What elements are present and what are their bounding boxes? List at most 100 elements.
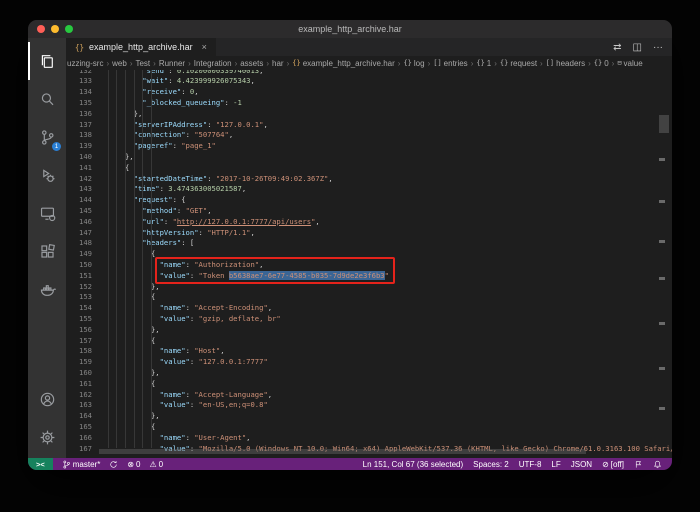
line-number: 149 [66,249,92,260]
status-warnings[interactable]: ⚠0 [149,460,163,469]
activity-settings-gear-icon[interactable] [28,418,66,456]
minimize-window-button[interactable] [51,25,59,33]
symbol-icon: [] [546,59,554,67]
line-number: 145 [66,206,92,217]
breadcrumb-label: example_http_archive.har [303,59,395,68]
breadcrumb-item-uzzing-src[interactable]: uzzing-src [67,59,103,68]
breadcrumb-separator-icon: › [153,59,156,68]
breadcrumb-label: Integration [194,59,232,68]
code-line-140: 140 }, [66,152,672,163]
line-number: 158 [66,346,92,357]
activity-files-icon[interactable] [28,42,66,80]
breadcrumb-label: uzzing-src [67,59,103,68]
line-number: 148 [66,238,92,249]
activity-bar: 1 [28,38,66,458]
status-encoding[interactable]: UTF-8 [519,460,542,469]
status-language-mode[interactable]: JSON [571,460,592,469]
code-line-157: 157 { [66,336,672,347]
line-number: 154 [66,303,92,314]
zoom-window-button[interactable] [65,25,73,33]
line-number: 138 [66,130,92,141]
breadcrumb-separator-icon: › [471,59,474,68]
breadcrumb-item-har[interactable]: har [272,59,284,68]
code-line-133: 133 "wait": 4.423999926075343, [66,76,672,87]
code-line-138: 138 "connection": "507764", [66,130,672,141]
warnings-icon: ⚠ [149,460,156,469]
horizontal-scrollbar[interactable] [99,449,586,454]
traffic-lights [37,25,73,33]
line-number: 133 [66,76,92,87]
breadcrumb-item-assets[interactable]: assets [240,59,263,68]
activity-account-icon[interactable] [28,380,66,418]
breadcrumb-separator-icon: › [106,59,109,68]
close-tab-icon[interactable]: × [202,42,207,52]
activity-source-control-icon[interactable]: 1 [28,118,66,156]
code-line-144: 144 "request": { [66,195,672,206]
status-cursor-position[interactable]: Ln 151, Col 67 (36 selected) [363,460,464,469]
line-number: 153 [66,292,92,303]
status-label: [off] [611,460,624,469]
open-changes-icon[interactable]: ⇄ [613,42,621,53]
status-label: 0 [136,460,140,469]
activity-run-debug-icon[interactable] [28,156,66,194]
breadcrumb-separator-icon: › [235,59,238,68]
indent-guide [108,70,109,448]
breadcrumb-item-request[interactable]: {}request [500,59,537,68]
overview-ruler-mark [659,200,665,203]
activity-docker-icon[interactable] [28,270,66,308]
breadcrumb-item-integration[interactable]: Integration [194,59,232,68]
breadcrumb-label: entries [444,59,468,68]
breadcrumb-separator-icon: › [612,59,615,68]
tab-example-http-archive[interactable]: {} example_http_archive.har × [66,38,216,56]
breadcrumb-label: value [624,59,643,68]
line-number: 162 [66,390,92,401]
status-eol[interactable]: LF [551,460,560,469]
breadcrumb-item-test[interactable]: Test [135,59,150,68]
editor-group: {} example_http_archive.har × ⇄ ◫ ··· uzzi… [66,38,672,458]
breadcrumb-label: headers [556,59,585,68]
code-line-155: 155 "value": "gzip, deflate, br" [66,314,672,325]
code-line-146: 146 "url": "http://127.0.0.1:7777/api/us… [66,217,672,228]
breadcrumb-item-headers[interactable]: []headers [546,59,585,68]
activity-search-icon[interactable] [28,80,66,118]
line-number: 141 [66,163,92,174]
line-number: 157 [66,336,92,347]
breadcrumb-item-0[interactable]: {}0 [594,59,609,68]
line-number: 165 [66,422,92,433]
vscode-window: example_http_archive.har 1 {} example_ht… [28,20,672,470]
indent-guide [134,70,135,448]
breadcrumb-item-entries[interactable]: []entries [433,59,467,68]
breadcrumb-label: 0 [604,59,608,68]
activity-extensions-icon[interactable] [28,232,66,270]
code-line-163: 163 "value": "en-US,en;q=0.8" [66,400,672,411]
breadcrumb-item-runner[interactable]: Runner [159,59,185,68]
remote-indicator[interactable]: >< [28,458,53,470]
breadcrumb-item-web[interactable]: web [112,59,127,68]
status-notifications[interactable] [653,460,662,469]
status-feedback[interactable] [634,460,643,469]
vertical-scrollbar[interactable] [659,115,669,133]
json-file-icon: {} [75,43,84,52]
line-number: 166 [66,433,92,444]
overview-ruler-mark [659,277,665,280]
breadcrumb-separator-icon: › [287,59,290,68]
status-git-branch[interactable]: master* [62,460,101,469]
breadcrumb-item-value[interactable]: ⊟value [617,59,642,68]
breadcrumb-item-log[interactable]: {}log [403,59,424,68]
breadcrumb-separator-icon: › [398,59,401,68]
status-indentation[interactable]: Spaces: 2 [473,460,509,469]
status-sync[interactable] [109,460,118,469]
line-number: 161 [66,379,92,390]
breadcrumb-item-example-http-archive-har[interactable]: {}example_http_archive.har [292,59,395,68]
close-window-button[interactable] [37,25,45,33]
indent-guide [125,70,126,448]
more-actions-icon[interactable]: ··· [653,42,663,53]
breadcrumb-label: har [272,59,284,68]
breadcrumb-item-1[interactable]: {}1 [476,59,491,68]
split-editor-icon[interactable]: ◫ [633,42,642,53]
activity-remote-explorer-icon[interactable] [28,194,66,232]
json-file-icon: {} [292,59,300,67]
status-errors[interactable]: ⊗0 [127,460,140,469]
status-screencast-off[interactable]: ⊘[off] [602,460,624,469]
branch-icon [62,460,71,469]
